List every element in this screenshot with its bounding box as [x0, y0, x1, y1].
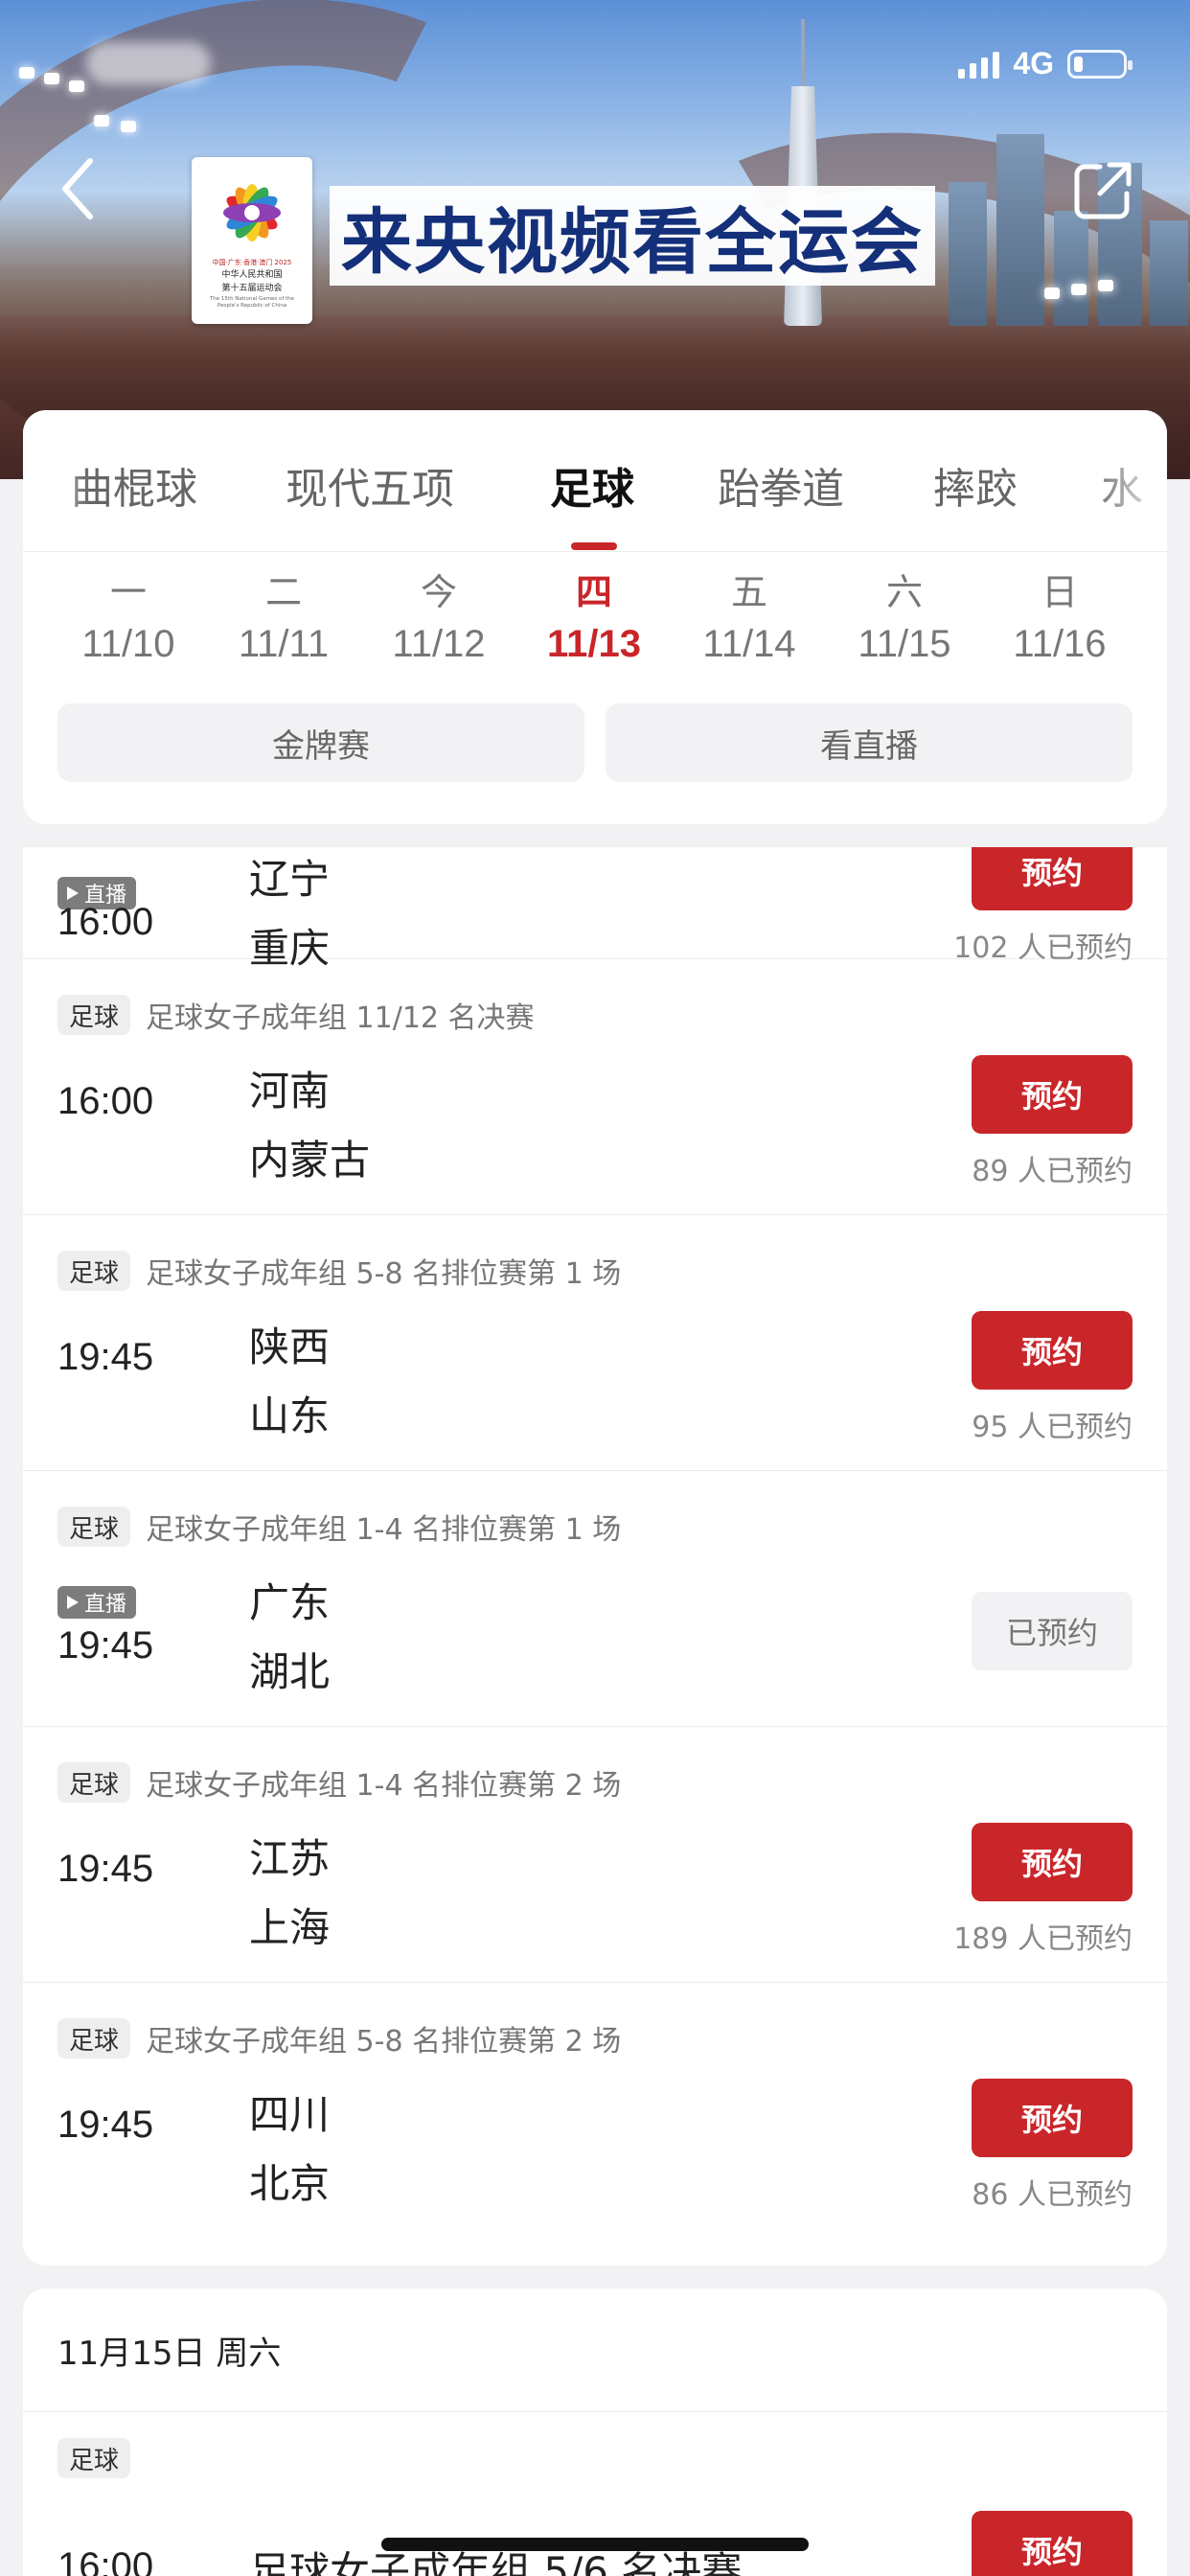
- event-name: 足球女子成年组 5-8 名排位赛第 1 场: [146, 1257, 622, 1291]
- live-badge: 直播: [57, 1586, 137, 1619]
- match-row: 直播 16:00 辽宁 重庆 预约 102 人已预约: [23, 847, 1167, 972]
- team-away: 上海: [249, 1904, 331, 1951]
- match-time: 19:45: [57, 1336, 154, 1378]
- day-section-1115: 11月15日 周六 足球 16:00 足球女子成年组 5/6 名决赛 预约: [23, 2288, 1167, 2576]
- reserve-count: 95 人已预约: [972, 1411, 1133, 1444]
- logo-english: The 15th National Games of the People's …: [209, 296, 295, 309]
- match-time: 19:45: [57, 1848, 154, 1890]
- date-tab-1114[interactable]: 五 11/14: [682, 569, 816, 671]
- reserve-button[interactable]: 预约: [972, 1823, 1133, 1901]
- match-row: 足球 足球女子成年组 1-4 名排位赛第 2 场 19:45 江苏 上海 预约 …: [23, 1727, 1167, 1983]
- home-indicator[interactable]: [381, 2538, 809, 2551]
- filter-card: 曲棍球 现代五项 足球 跆拳道 摔跤 水 一11/10 二11/11 今11/1…: [23, 410, 1167, 824]
- team-home: 辽宁: [249, 856, 331, 903]
- date-tab-1111[interactable]: 二 11/11: [217, 569, 351, 671]
- match-time: 16:00: [57, 901, 154, 943]
- header-banner: 4G 中国·广东·香港·澳门 2025 中华人民共和国 第十五届运动会 The …: [0, 0, 1190, 479]
- sport-badge: 足球: [57, 995, 131, 1035]
- network-label: 4G: [1013, 46, 1054, 80]
- city-skyline: [939, 115, 1190, 326]
- sport-badge: 足球: [57, 1762, 131, 1803]
- match-time: 19:45: [57, 2104, 154, 2146]
- team-home: 江苏: [249, 1835, 331, 1882]
- watch-live-button[interactable]: 看直播: [606, 703, 1133, 782]
- sport-badge: 足球: [57, 2018, 131, 2058]
- reserved-button[interactable]: 已预约: [972, 1592, 1133, 1670]
- tab-wrestling[interactable]: 摔跤: [933, 454, 1018, 516]
- match-time: 16:00: [57, 1080, 154, 1122]
- title-plate: 来央视频看全运会: [330, 186, 935, 286]
- date-tab-1110[interactable]: 一 11/10: [61, 569, 195, 671]
- sport-badge: 足球: [57, 1506, 131, 1547]
- event-name: 足球女子成年组 5-8 名排位赛第 2 场: [146, 2025, 622, 2058]
- date-tab-1112[interactable]: 今 11/12: [372, 569, 506, 671]
- team-home: 陕西: [249, 1323, 331, 1370]
- signal-icon: [958, 50, 1000, 79]
- logo-name-line2: 第十五届运动会: [221, 284, 283, 293]
- match-list: 直播 16:00 辽宁 重庆 预约 102 人已预约 足球 足球女子成年组 11…: [23, 847, 1167, 2266]
- play-icon: [67, 886, 79, 900]
- national-games-logo: 中国·广东·香港·澳门 2025 中华人民共和国 第十五届运动会 The 15t…: [192, 157, 312, 324]
- day-heading: 11月15日 周六: [57, 2334, 282, 2373]
- logo-tagline: 中国·广东·香港·澳门 2025: [212, 259, 292, 266]
- tab-football[interactable]: 足球: [550, 454, 634, 516]
- reserve-button[interactable]: 预约: [972, 847, 1133, 910]
- reserve-count: 189 人已预约: [953, 1922, 1133, 1956]
- reserve-count: 89 人已预约: [972, 1155, 1133, 1188]
- event-name: 足球女子成年组 1-4 名排位赛第 2 场: [146, 1769, 622, 1803]
- event-name: 足球女子成年组 1-4 名排位赛第 1 场: [146, 1513, 622, 1547]
- reserve-button[interactable]: 预约: [972, 2079, 1133, 2157]
- status-time: [86, 42, 211, 84]
- date-tab-1116[interactable]: 日 11/16: [993, 569, 1127, 671]
- tab-modern-pentathlon[interactable]: 现代五项: [286, 454, 454, 516]
- date-tab-1115[interactable]: 六 11/15: [837, 569, 972, 671]
- back-icon[interactable]: [56, 155, 103, 222]
- gold-medal-button[interactable]: 金牌赛: [57, 703, 584, 782]
- games-emblem-icon: [223, 184, 281, 242]
- sport-badge: 足球: [57, 2438, 131, 2478]
- tab-taekwondo[interactable]: 跆拳道: [718, 454, 844, 516]
- page-title: 来央视频看全运会: [341, 200, 924, 284]
- reserve-count: 86 人已预约: [972, 2178, 1133, 2212]
- reserve-button[interactable]: 预约: [972, 1311, 1133, 1390]
- play-icon: [67, 1596, 79, 1609]
- event-name: 足球女子成年组 11/12 名决赛: [146, 1001, 535, 1035]
- sport-tabs: 曲棍球 现代五项 足球 跆拳道 摔跤 水: [23, 410, 1167, 552]
- reserve-button[interactable]: 预约: [972, 1055, 1133, 1134]
- team-home: 四川: [249, 2091, 331, 2138]
- logo-name-line1: 中华人民共和国: [221, 270, 283, 280]
- match-time: 16:00: [57, 2545, 154, 2576]
- share-icon[interactable]: [1071, 159, 1134, 222]
- reserve-button[interactable]: 预约: [972, 2511, 1133, 2576]
- match-row: 足球 足球女子成年组 1-4 名排位赛第 1 场 直播 19:45 广东 湖北 …: [23, 1471, 1167, 1727]
- team-away: 内蒙古: [249, 1137, 371, 1184]
- match-row: 足球 足球女子成年组 5-8 名排位赛第 1 场 19:45 陕西 山东 预约 …: [23, 1215, 1167, 1471]
- status-bar: 4G: [958, 46, 1133, 81]
- date-tab-1113[interactable]: 四 11/13: [527, 569, 661, 671]
- match-row: 足球 足球女子成年组 11/12 名决赛 16:00 河南 内蒙古 预约 89 …: [23, 959, 1167, 1215]
- match-row: 足球 足球女子成年组 5-8 名排位赛第 2 场 19:45 四川 北京 预约 …: [23, 1983, 1167, 2239]
- sport-badge: 足球: [57, 1251, 131, 1291]
- active-tab-indicator: [571, 542, 617, 550]
- team-away: 湖北: [249, 1648, 331, 1695]
- team-away: 北京: [249, 2160, 331, 2207]
- team-home: 河南: [249, 1068, 331, 1115]
- team-away: 山东: [249, 1392, 331, 1439]
- match-time: 19:45: [57, 1624, 154, 1667]
- battery-icon: [1067, 49, 1133, 79]
- team-home: 广东: [249, 1579, 331, 1626]
